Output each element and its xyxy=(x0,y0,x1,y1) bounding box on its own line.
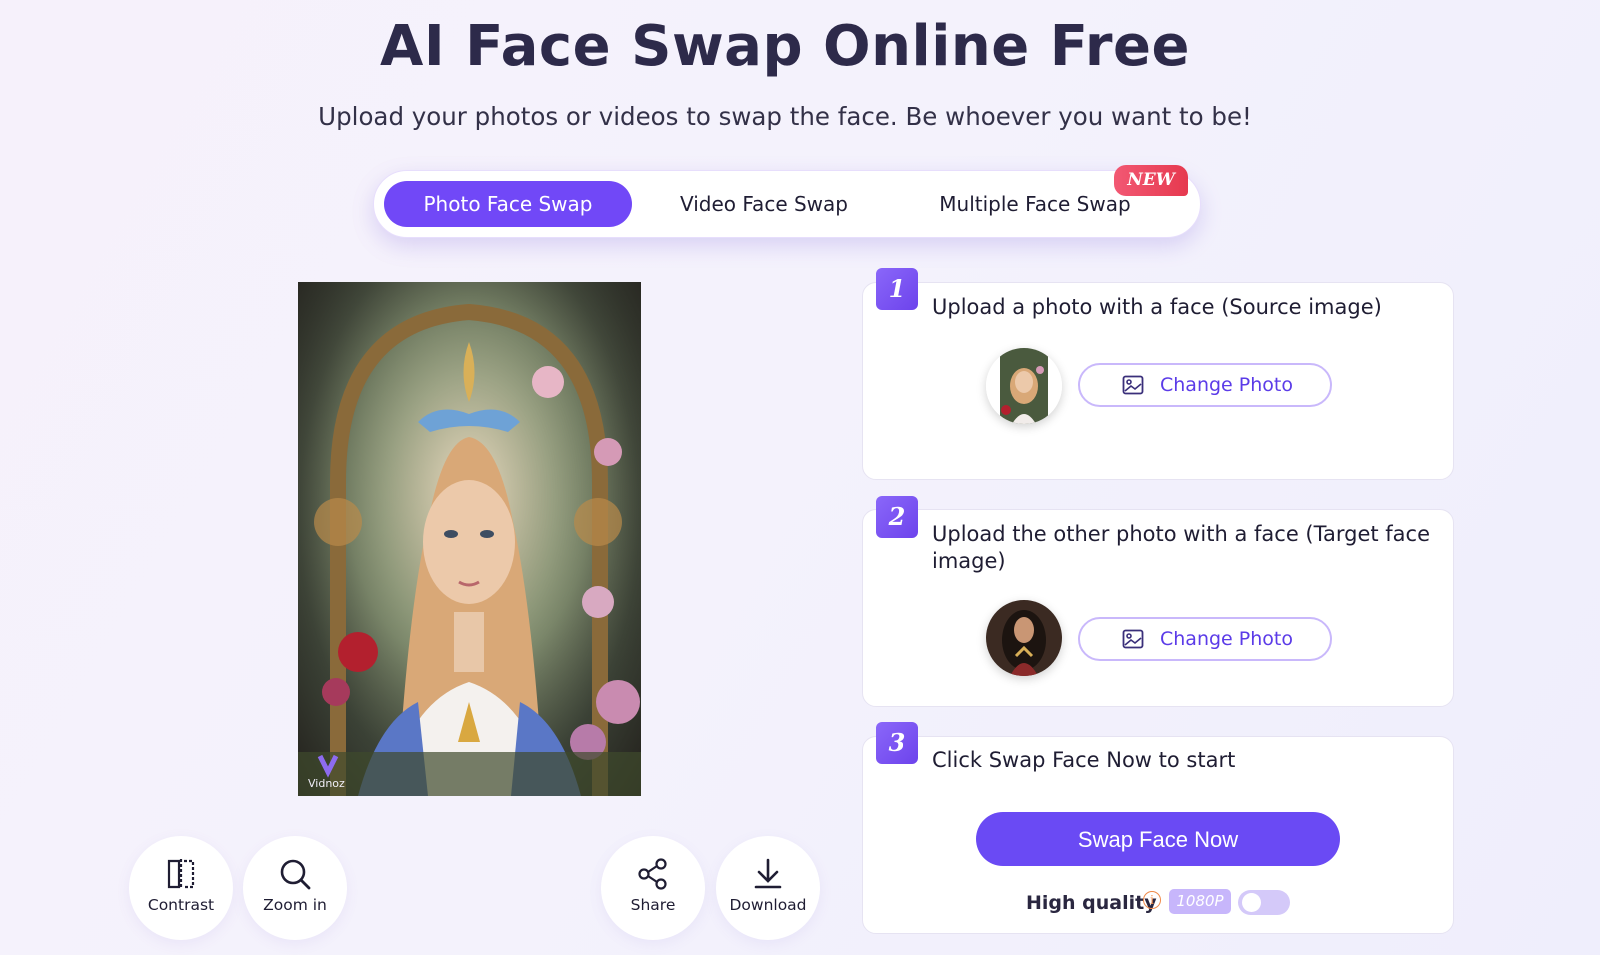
step-1-text: Upload a photo with a face (Source image… xyxy=(932,295,1382,319)
contrast-button[interactable]: Contrast xyxy=(129,836,233,940)
step-2-card: Upload the other photo with a face (Targ… xyxy=(862,509,1454,707)
download-button[interactable]: Download xyxy=(716,836,820,940)
step-2-text: Upload the other photo with a face (Targ… xyxy=(932,522,1431,573)
page-subtitle: Upload your photos or videos to swap the… xyxy=(318,102,1252,131)
share-button[interactable]: Share xyxy=(601,836,705,940)
page-title: AI Face Swap Online Free xyxy=(380,14,1190,79)
step-1-number: 1 xyxy=(876,268,918,310)
step-1-card: Upload a photo with a face (Source image… xyxy=(862,282,1454,480)
target-image-thumbnail[interactable] xyxy=(986,600,1062,676)
share-label: Share xyxy=(630,896,676,914)
high-quality-label: High quality xyxy=(1026,892,1157,914)
change-target-photo-button[interactable]: Change Photo xyxy=(1078,617,1332,661)
source-image-thumbnail[interactable] xyxy=(986,348,1062,424)
image-icon xyxy=(1122,629,1144,649)
share-icon xyxy=(638,858,667,890)
result-preview-image: Vidnoz xyxy=(298,282,641,796)
resolution-badge: 1080P xyxy=(1169,889,1231,914)
watermark: Vidnoz xyxy=(308,777,345,790)
change-photo-label: Change Photo xyxy=(1160,628,1293,650)
high-quality-toggle[interactable] xyxy=(1238,890,1290,915)
new-badge: NEW xyxy=(1114,165,1188,196)
info-icon[interactable]: i xyxy=(1143,891,1161,909)
contrast-icon xyxy=(167,859,195,889)
download-label: Download xyxy=(729,896,807,914)
tab-video-face-swap[interactable]: Video Face Swap xyxy=(646,181,882,227)
step-3-text: Click Swap Face Now to start xyxy=(932,748,1236,772)
change-photo-label: Change Photo xyxy=(1160,374,1293,396)
step-3-number: 3 xyxy=(876,722,918,764)
portrait-illustration xyxy=(298,282,641,796)
zoom-in-button[interactable]: Zoom in xyxy=(243,836,347,940)
swap-face-now-button[interactable]: Swap Face Now xyxy=(976,812,1340,866)
search-icon xyxy=(280,859,311,890)
toggle-knob xyxy=(1242,893,1261,912)
download-icon xyxy=(754,858,782,889)
zoom-in-label: Zoom in xyxy=(263,896,327,914)
tab-photo-face-swap[interactable]: Photo Face Swap xyxy=(384,181,632,227)
contrast-label: Contrast xyxy=(147,896,215,914)
tab-bar: Photo Face Swap Video Face Swap Multiple… xyxy=(373,170,1201,238)
image-icon xyxy=(1122,375,1144,395)
change-source-photo-button[interactable]: Change Photo xyxy=(1078,363,1332,407)
step-2-number: 2 xyxy=(876,496,918,538)
